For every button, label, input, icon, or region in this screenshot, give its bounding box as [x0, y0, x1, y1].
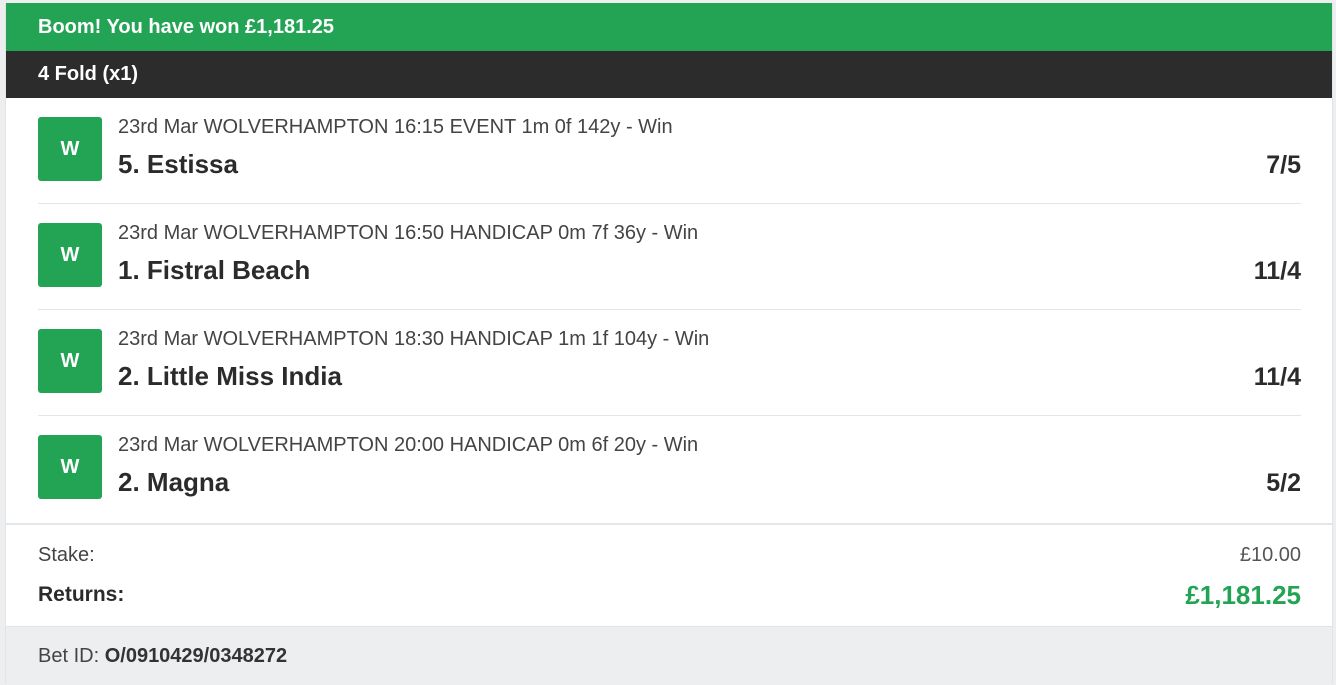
bet-id-label: Bet ID: [38, 645, 100, 667]
bet-id-value: O/0910429/0348272 [104, 645, 288, 667]
runner-name: 2. Little Miss India [118, 361, 342, 391]
win-banner: Boom! You have won £1,181.25 [6, 3, 1332, 51]
returns-label: Returns: [38, 583, 125, 606]
returns-value: £1,181.25 [1185, 580, 1301, 610]
stake-value: £10.00 [1239, 544, 1301, 566]
runner-name: 1. Fistral Beach [118, 255, 311, 285]
win-status-badge: W [38, 223, 102, 287]
selection-row: W 23rd Mar WOLVERHAMPTON 20:00 HANDICAP … [38, 416, 1301, 521]
win-message: Boom! You have won £1,181.25 [38, 16, 335, 38]
win-status-badge: W [38, 435, 102, 499]
runner-name: 5. Estissa [118, 149, 238, 179]
odds-value: 7/5 [1266, 151, 1301, 179]
bet-id-bar: Bet ID: O/0910429/0348272 [6, 626, 1332, 684]
event-description: 23rd Mar WOLVERHAMPTON 20:00 HANDICAP 0m… [118, 434, 699, 456]
runner-name: 2. Magna [118, 467, 230, 497]
selection-row: W 23rd Mar WOLVERHAMPTON 18:30 HANDICAP … [38, 310, 1301, 416]
selection-list: W 23rd Mar WOLVERHAMPTON 16:15 EVENT 1m … [6, 98, 1332, 521]
stake-label: Stake: [38, 544, 95, 566]
event-description: 23rd Mar WOLVERHAMPTON 18:30 HANDICAP 1m… [118, 328, 710, 350]
event-description: 23rd Mar WOLVERHAMPTON 16:15 EVENT 1m 0f… [118, 116, 673, 138]
win-status-badge: W [38, 329, 102, 393]
bet-receipt-card: Boom! You have won £1,181.25 4 Fold (x1)… [5, 3, 1333, 684]
event-description: 23rd Mar WOLVERHAMPTON 16:50 HANDICAP 0m… [118, 222, 699, 244]
selection-row: W 23rd Mar WOLVERHAMPTON 16:50 HANDICAP … [38, 204, 1301, 310]
bet-type-label: 4 Fold (x1) [38, 63, 139, 85]
bet-type-header: 4 Fold (x1) [6, 51, 1332, 98]
odds-value: 11/4 [1253, 363, 1301, 391]
win-status-badge: W [38, 117, 102, 181]
selection-row: W 23rd Mar WOLVERHAMPTON 16:15 EVENT 1m … [38, 98, 1301, 204]
odds-value: 5/2 [1266, 469, 1301, 497]
bet-summary: Stake: £10.00 Returns: £1,181.25 [6, 523, 1332, 626]
odds-value: 11/4 [1253, 257, 1301, 285]
